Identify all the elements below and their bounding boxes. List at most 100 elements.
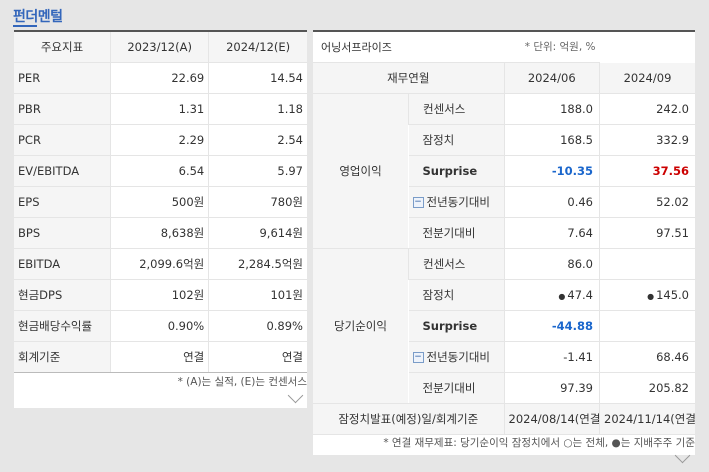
table-row: PCR 2.29 2.54 [14, 124, 307, 156]
row-label: 현금DPS [14, 279, 111, 311]
cell-estimate: 9,614원 [208, 217, 307, 249]
table-row: 현금DPS 102원 101원 [14, 279, 307, 311]
table-row: EV/EBITDA 6.54 5.97 [14, 155, 307, 187]
cell-value: 0.46 [503, 186, 600, 218]
cell-actual: 2.29 [109, 124, 209, 156]
earnings-surprise-table: 어닝서프라이즈 * 단위: 억원, % 재무연월 2024/06 2024/09… [313, 30, 695, 435]
cell-actual: 500원 [109, 186, 209, 218]
value-text: 145.0 [656, 288, 689, 302]
title-underline [13, 25, 37, 27]
scrollbar[interactable] [697, 14, 705, 444]
right-footnote: * 연결 재무제표: 당기순이익 잠정치에서 ○는 전체, ●는 지배주주 기준 [383, 437, 695, 449]
col-header-actual: 2023/12(A) [109, 31, 209, 63]
cell-estimate: 101원 [208, 279, 307, 311]
row-label: PBR [14, 93, 111, 125]
surprise-negative: -10.35 [503, 155, 600, 187]
table-row: 영업이익 컨센서스 188.0 242.0 [313, 93, 695, 249]
row-label: 전분기대비 [408, 217, 504, 249]
earnings-surprise-panel: 어닝서프라이즈 * 단위: 억원, % 재무연월 2024/06 2024/09… [313, 30, 695, 455]
cell-estimate: 14.54 [208, 62, 307, 94]
col-header-estimate: 2024/12(E) [208, 31, 307, 63]
panel-header: 어닝서프라이즈 * 단위: 억원, % [313, 31, 600, 63]
cell-value: 97.51 [599, 217, 695, 249]
left-footnote: * (A)는 실적, (E)는 컨센서스 [177, 376, 307, 388]
section-title: 펀더멘털 [13, 9, 63, 25]
row-label: PCR [14, 124, 111, 156]
announcement-row: 잠정치발표(예정)일/회계기준 2024/08/14(연결) 2024/11/1… [313, 403, 695, 435]
row-label: Surprise [408, 155, 504, 187]
row-label: 잠정치 [408, 279, 504, 311]
cell-estimate: 2.54 [208, 124, 307, 156]
cell-value: ● 47.4 [503, 279, 600, 311]
table-row: PER 22.69 14.54 [14, 62, 307, 94]
minus-box-icon[interactable]: − [412, 352, 424, 363]
cell-value: -1.41 [503, 341, 600, 373]
cell-estimate: 연결 [208, 341, 307, 373]
table-row: 회계기준 연결 연결 [14, 341, 307, 373]
panel-header-row: 어닝서프라이즈 * 단위: 억원, % [313, 31, 695, 63]
minus-box-icon[interactable]: − [412, 197, 424, 208]
row-label: 전분기대비 [408, 372, 504, 404]
table-row: EPS 500원 780원 [14, 186, 307, 218]
table-row: BPS 8,638원 9,614원 [14, 217, 307, 249]
table-header-row: 주요지표 2023/12(A) 2024/12(E) [14, 31, 307, 63]
cell-value: 2024/08/14(연결) [503, 403, 600, 435]
row-label: 컨센서스 [408, 93, 504, 125]
row-label: 현금배당수익률 [14, 310, 111, 342]
cell-estimate: 1.18 [208, 93, 307, 125]
cell-actual: 0.90% [109, 310, 209, 342]
table-row: EBITDA 2,099.6억원 2,284.5억원 [14, 248, 307, 280]
cell-value: ● 145.0 [599, 279, 695, 311]
cell-value: 332.9 [599, 124, 695, 156]
filled-circle-icon: ● [558, 292, 566, 301]
row-label: EV/EBITDA [14, 155, 111, 187]
value-text: 47.4 [567, 288, 593, 302]
row-label: PER [14, 62, 111, 94]
table-row: PBR 1.31 1.18 [14, 93, 307, 125]
chevron-down-icon[interactable] [287, 387, 304, 404]
row-label: 전년동기대비 [426, 350, 490, 364]
cell-actual: 22.69 [109, 62, 209, 94]
row-label: 회계기준 [14, 341, 111, 373]
col-header-indicator: 주요지표 [14, 31, 111, 63]
cell-value: 7.64 [503, 217, 600, 249]
row-label: EPS [14, 186, 111, 218]
surprise-positive: 37.56 [599, 155, 695, 187]
cell-actual: 연결 [109, 341, 209, 373]
cell-estimate: 5.97 [208, 155, 307, 187]
table-row: 당기순이익 컨센서스 86.0 [313, 248, 695, 404]
row-label: 잠정치발표(예정)일/회계기준 [313, 403, 504, 435]
key-indicators-table: 주요지표 2023/12(A) 2024/12(E) PER 22.69 14.54… [14, 30, 307, 373]
unit-label: * 단위: 억원, % [524, 41, 596, 53]
table-row: 현금배당수익률 0.90% 0.89% [14, 310, 307, 342]
cell-value: 242.0 [599, 93, 695, 125]
cell-actual: 1.31 [109, 93, 209, 125]
cell-value: 52.02 [599, 186, 695, 218]
cell-value [599, 248, 695, 280]
row-label-toggle[interactable]: − 전년동기대비 [408, 341, 504, 373]
cell-estimate: 780원 [208, 186, 307, 218]
panel-title: 어닝서프라이즈 [321, 41, 392, 54]
row-label: 잠정치 [408, 124, 504, 156]
col-header-q3: 2024/09 [599, 62, 695, 94]
cell-actual: 8,638원 [109, 217, 209, 249]
key-indicators-panel: 주요지표 2023/12(A) 2024/12(E) PER 22.69 14.54… [14, 30, 307, 408]
cell-estimate: 0.89% [208, 310, 307, 342]
cell-value: 205.82 [599, 372, 695, 404]
cell-value [599, 310, 695, 342]
col-header-q2: 2024/06 [503, 62, 600, 94]
cell-value: 2024/11/14(연결) [599, 403, 695, 435]
cell-actual: 6.54 [109, 155, 209, 187]
group-label-net-profit: 당기순이익 [313, 248, 409, 404]
filled-circle-icon: ● [647, 292, 655, 301]
surprise-negative: -44.88 [503, 310, 600, 342]
cell-estimate: 2,284.5억원 [208, 248, 307, 280]
row-label: 컨센서스 [408, 248, 504, 280]
cell-actual: 2,099.6억원 [109, 248, 209, 280]
cell-value: 168.5 [503, 124, 600, 156]
cell-value: 68.46 [599, 341, 695, 373]
group-label-op-profit: 영업이익 [313, 93, 409, 249]
row-label-toggle[interactable]: − 전년동기대비 [408, 186, 504, 218]
row-label: 전년동기대비 [426, 195, 490, 209]
cell-value: 86.0 [503, 248, 600, 280]
